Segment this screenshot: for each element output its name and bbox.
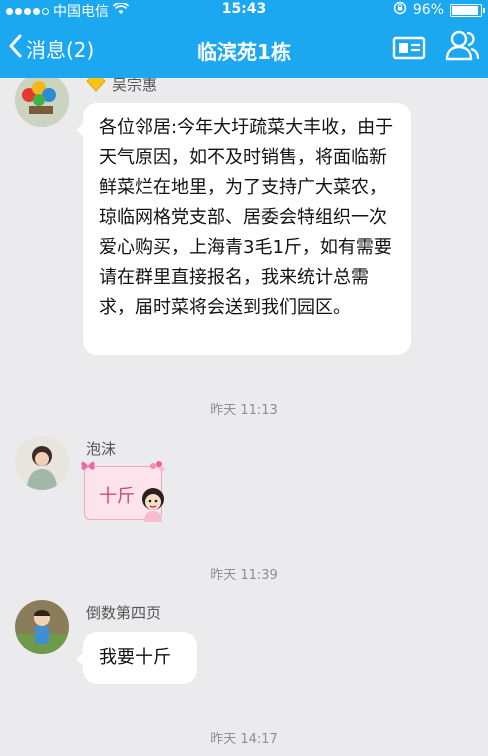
lock-rotation-icon [393, 1, 407, 19]
top-bar: 中国电信 15:43 96% 消息(2) 临滨苑1栋 [0, 0, 488, 78]
message-bubble[interactable]: 各位邻居:今年大圩疏菜大丰收，由于天气原因，如不及时销售，将面临新鲜菜烂在地里，… [76, 103, 411, 355]
sticker-text: 十斤 [99, 486, 135, 507]
group-card-icon[interactable] [392, 32, 426, 66]
vip-diamond-icon [86, 76, 106, 96]
avatar[interactable] [15, 73, 69, 127]
avatar[interactable] [15, 600, 69, 654]
sender-name: 泡沫 [86, 440, 117, 458]
avatar[interactable] [15, 436, 69, 490]
timestamp: 昨天 14:17 [210, 732, 278, 747]
sticker-flower-icon [148, 460, 166, 480]
status-bar: 中国电信 15:43 96% [0, 0, 488, 20]
timestamp: 昨天 11:13 [210, 403, 278, 418]
battery-icon [450, 3, 485, 17]
message-bubble[interactable]: 我要十斤 [76, 632, 197, 684]
sticker-butterfly-icon [80, 458, 96, 477]
sticker-character-icon [138, 486, 168, 526]
battery-percent: 96% [412, 2, 444, 18]
timestamp: 昨天 11:39 [210, 568, 278, 583]
nav-bar: 消息(2) 临滨苑1栋 [0, 24, 488, 78]
sender-name: 倒数第四页 [86, 604, 162, 622]
sticker[interactable]: 十斤 [80, 458, 170, 522]
group-members-icon[interactable] [444, 28, 480, 66]
